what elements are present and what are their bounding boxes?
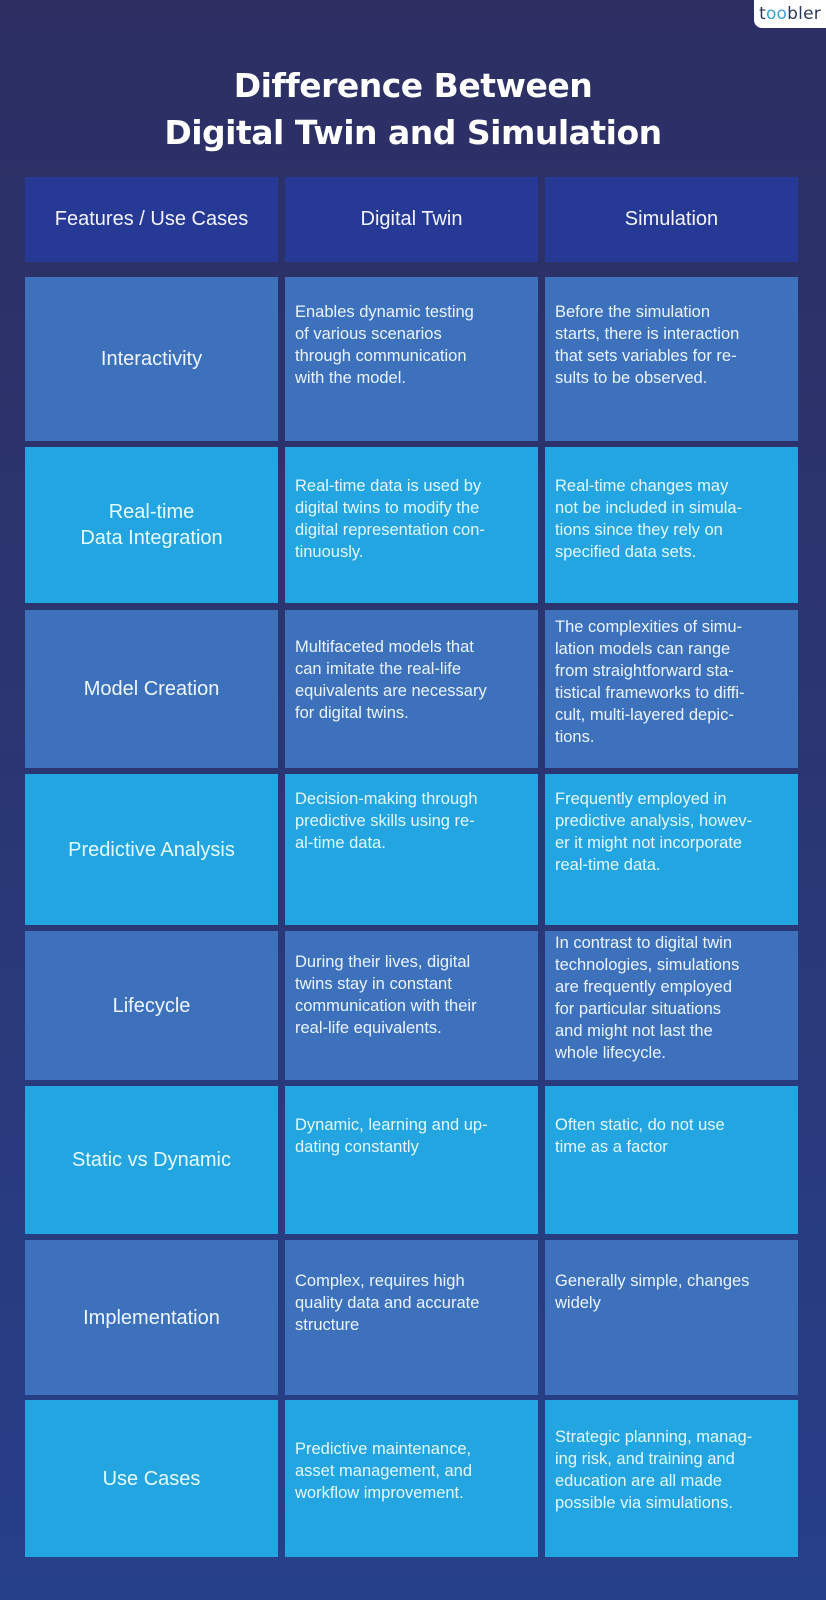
simulation-text: Real-time changes may not be included in… xyxy=(555,477,743,561)
logo-infinity-mark: oo xyxy=(765,4,788,24)
digital-twin-text: Real-time data is used by digital twins … xyxy=(295,477,485,561)
table-row: Static vs Dynamic Dynamic, learning and … xyxy=(25,1086,798,1234)
simulation-cell: Real-time changes may not be included in… xyxy=(545,447,798,603)
digital-twin-text: Decision-making through predictive skill… xyxy=(295,790,478,852)
simulation-cell: Before the simulation starts, there is i… xyxy=(545,277,798,441)
title-line-1: Difference Between xyxy=(233,66,593,105)
header-features: Features / Use Cases xyxy=(25,177,278,262)
feature-label: Implementation xyxy=(83,1306,220,1329)
feature-cell: Real-time Data Integration xyxy=(25,447,278,603)
digital-twin-text: Enables dynamic testing of various scena… xyxy=(295,303,474,387)
digital-twin-cell: Real-time data is used by digital twins … xyxy=(285,447,538,603)
feature-label: Predictive Analysis xyxy=(68,838,235,861)
table-row: Real-time Data Integration Real-time dat… xyxy=(25,447,798,603)
table-row: Interactivity Enables dynamic testing of… xyxy=(25,277,798,441)
feature-cell: Interactivity xyxy=(25,277,278,441)
digital-twin-text: Predictive maintenance, asset management… xyxy=(295,1440,473,1502)
simulation-text: Frequently employed in predictive analys… xyxy=(555,790,753,874)
page-title: Difference Between Digital Twin and Simu… xyxy=(0,62,826,156)
table-row: Implementation Complex, requires high qu… xyxy=(25,1240,798,1395)
digital-twin-text: Complex, requires high quality data and … xyxy=(295,1272,480,1334)
feature-label: Real-time Data Integration xyxy=(80,501,223,549)
header-digital-twin: Digital Twin xyxy=(285,177,538,262)
digital-twin-cell: Predictive maintenance, asset management… xyxy=(285,1400,538,1557)
digital-twin-text: During their lives, digital twins stay i… xyxy=(295,953,477,1037)
header-simulation: Simulation xyxy=(545,177,798,262)
simulation-cell: Strategic planning, manag- ing risk, and… xyxy=(545,1400,798,1557)
feature-cell: Implementation xyxy=(25,1240,278,1395)
feature-cell: Static vs Dynamic xyxy=(25,1086,278,1234)
feature-label: Interactivity xyxy=(100,348,203,370)
digital-twin-cell: Complex, requires high quality data and … xyxy=(285,1240,538,1395)
digital-twin-cell: Dynamic, learning and up- dating constan… xyxy=(285,1086,538,1234)
table-row: Predictive Analysis Decision-making thro… xyxy=(25,774,798,925)
feature-cell: Predictive Analysis xyxy=(25,774,278,925)
simulation-text: Strategic planning, manag- ing risk, and… xyxy=(555,1428,753,1512)
title-line-2: Digital Twin and Simulation xyxy=(164,113,662,152)
digital-twin-text: Multifaceted models that can imitate the… xyxy=(295,638,487,722)
logo-text-prefix: t xyxy=(759,4,766,24)
table-row: Model Creation Multifaceted models that … xyxy=(25,610,798,768)
feature-label: Model Creation xyxy=(83,678,220,700)
digital-twin-cell: Enables dynamic testing of various scena… xyxy=(285,277,538,441)
simulation-cell: In contrast to digital twin technologies… xyxy=(545,931,798,1080)
simulation-cell: Frequently employed in predictive analys… xyxy=(545,774,798,925)
simulation-text: Often static, do not use time as a facto… xyxy=(555,1116,725,1156)
feature-label: Static vs Dynamic xyxy=(72,1149,231,1171)
table-header-row: Features / Use Cases Digital Twin Simula… xyxy=(25,177,798,262)
simulation-cell: The complexities of simu- lation models … xyxy=(545,610,798,768)
simulation-text: Before the simulation starts, there is i… xyxy=(555,303,740,387)
toobler-logo[interactable]: t oo bler xyxy=(754,0,826,28)
table-row: Use Cases Predictive maintenance, asset … xyxy=(25,1400,798,1557)
simulation-text: In contrast to digital twin technologies… xyxy=(555,934,740,1062)
feature-cell: Model Creation xyxy=(25,610,278,768)
digital-twin-cell: Multifaceted models that can imitate the… xyxy=(285,610,538,768)
simulation-text: The complexities of simu- lation models … xyxy=(555,618,745,746)
feature-label: Use Cases xyxy=(102,1467,201,1490)
simulation-cell: Often static, do not use time as a facto… xyxy=(545,1086,798,1234)
digital-twin-text: Dynamic, learning and up- dating constan… xyxy=(295,1116,488,1156)
simulation-cell: Generally simple, changes widely xyxy=(545,1240,798,1395)
digital-twin-cell: During their lives, digital twins stay i… xyxy=(285,931,538,1080)
feature-cell: Use Cases xyxy=(25,1400,278,1557)
logo-text-suffix: bler xyxy=(787,4,821,24)
table-row: Lifecycle During their lives, digital tw… xyxy=(25,931,798,1080)
feature-cell: Lifecycle xyxy=(25,931,278,1080)
digital-twin-cell: Decision-making through predictive skill… xyxy=(285,774,538,925)
simulation-text: Generally simple, changes widely xyxy=(555,1272,750,1312)
feature-label: Lifecycle xyxy=(112,994,191,1017)
